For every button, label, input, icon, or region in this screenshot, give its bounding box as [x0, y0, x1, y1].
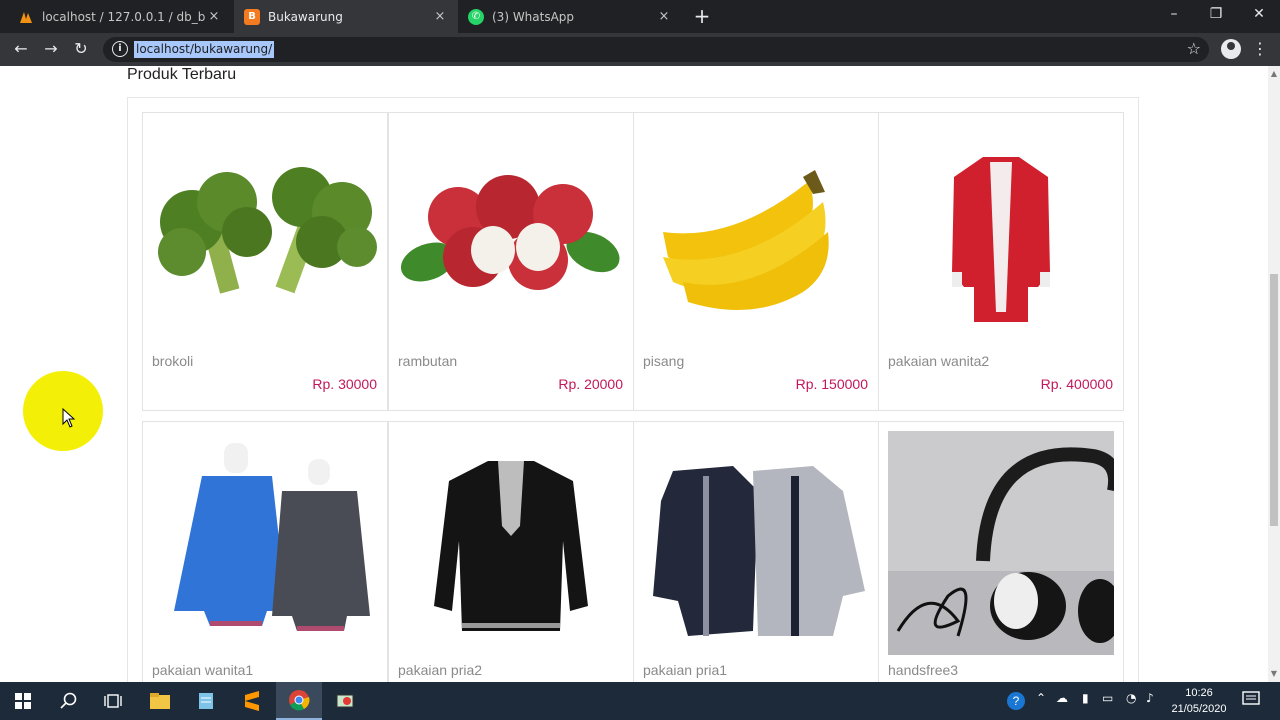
tab-strip: localhost / 127.0.0.1 / db_bukawa × B Bu…	[0, 0, 1280, 33]
tab-bukawarung[interactable]: B Bukawarung ×	[234, 0, 458, 33]
scrollbar-thumb[interactable]	[1270, 274, 1278, 526]
clock-date: 21/05/2020	[1171, 703, 1227, 715]
chrome-icon[interactable]	[276, 682, 322, 720]
notification-center-icon[interactable]	[1242, 690, 1260, 711]
battery-icon[interactable]: ▭	[1102, 691, 1113, 705]
address-bar[interactable]: i localhost/bukawarung/ ☆	[103, 37, 1209, 62]
mouse-cursor-icon	[62, 408, 76, 428]
blogger-icon: B	[244, 8, 260, 25]
svg-text:?: ?	[1013, 694, 1020, 708]
system-clock[interactable]: 10:26 21/05/2020	[1166, 685, 1232, 717]
profile-avatar-icon[interactable]	[1221, 39, 1241, 59]
close-window-button[interactable]: ✕	[1236, 0, 1280, 30]
product-card[interactable]: rambutan Rp. 20000	[388, 112, 634, 411]
product-price: Rp. 30000	[312, 376, 377, 392]
scroll-up-icon[interactable]: ▲	[1268, 68, 1280, 80]
notepad-icon[interactable]	[183, 682, 229, 720]
help-icon[interactable]: ?	[1006, 691, 1026, 714]
tab-title: Bukawarung	[268, 9, 343, 24]
product-image-blouses[interactable]	[152, 431, 378, 655]
page-scrollbar[interactable]: ▲ ▼	[1268, 66, 1280, 682]
task-view-icon[interactable]	[90, 682, 136, 720]
section-title: Produk Terbaru	[127, 66, 237, 83]
product-price: Rp. 150000	[795, 376, 868, 392]
app-window-icon[interactable]	[322, 682, 368, 720]
product-name[interactable]: rambutan	[398, 353, 457, 369]
back-button[interactable]: ←	[10, 38, 32, 60]
phpmyadmin-icon	[18, 9, 34, 25]
bookmark-star-icon[interactable]: ☆	[1187, 39, 1201, 58]
product-name[interactable]: pisang	[643, 353, 684, 369]
product-name[interactable]: pakaian wanita2	[888, 353, 989, 369]
page-viewport: Produk Terbaru brokoli Rp. 30000 rambuta…	[0, 66, 1268, 682]
windows-start-icon[interactable]	[0, 682, 46, 720]
sublime-text-icon[interactable]	[229, 682, 275, 720]
product-card[interactable]: brokoli Rp. 30000	[142, 112, 388, 411]
product-image-banana[interactable]	[643, 122, 869, 346]
close-icon[interactable]: ×	[206, 9, 222, 24]
product-image-headphones[interactable]	[888, 431, 1114, 655]
wifi-icon[interactable]: ◔	[1126, 691, 1136, 705]
browser-menu-icon[interactable]: ⋮	[1252, 38, 1268, 60]
close-icon[interactable]: ×	[656, 9, 672, 24]
product-card[interactable]: pakaian wanita2 Rp. 400000	[878, 112, 1124, 411]
product-card[interactable]: pisang Rp. 150000	[633, 112, 879, 411]
product-name[interactable]: pakaian wanita1	[152, 662, 253, 678]
windows-taskbar: ? ⌃ ☁ ▮ ▭ ◔ ♪ 10:26 21/05/2020	[0, 682, 1280, 720]
forward-button[interactable]: →	[40, 38, 62, 60]
new-tab-button[interactable]: +	[690, 4, 714, 28]
onedrive-icon[interactable]: ☁	[1056, 691, 1068, 705]
product-image-broccoli[interactable]	[152, 122, 378, 346]
clock-time: 10:26	[1185, 687, 1213, 699]
chevron-up-icon[interactable]: ⌃	[1036, 691, 1046, 705]
product-image-black-shirt[interactable]	[398, 431, 624, 655]
product-name[interactable]: handsfree3	[888, 662, 958, 678]
product-card[interactable]: handsfree3	[878, 421, 1124, 682]
product-price: Rp. 400000	[1040, 376, 1113, 392]
scroll-down-icon[interactable]: ▼	[1268, 668, 1280, 680]
file-explorer-icon[interactable]	[137, 682, 183, 720]
url-text[interactable]: localhost/bukawarung/	[134, 41, 275, 58]
usb-icon[interactable]: ▮	[1082, 691, 1089, 705]
tab-title: localhost / 127.0.0.1 / db_bukawa	[42, 9, 206, 24]
close-icon[interactable]: ×	[432, 9, 448, 24]
whatsapp-icon: ✆	[468, 8, 484, 25]
product-name[interactable]: brokoli	[152, 353, 193, 369]
tab-whatsapp[interactable]: ✆ (3) WhatsApp ×	[458, 0, 682, 33]
product-image-two-shirts[interactable]	[643, 431, 869, 655]
product-name[interactable]: pakaian pria2	[398, 662, 482, 678]
volume-icon[interactable]: ♪	[1146, 691, 1154, 705]
product-image-red-blazer[interactable]	[888, 122, 1114, 346]
reload-button[interactable]: ↻	[70, 38, 92, 60]
product-price: Rp. 20000	[558, 376, 623, 392]
product-image-rambutan[interactable]	[398, 122, 624, 346]
tab-phpmyadmin[interactable]: localhost / 127.0.0.1 / db_bukawa ×	[8, 0, 232, 33]
product-card[interactable]: pakaian pria1	[633, 421, 879, 682]
product-card[interactable]: pakaian wanita1	[142, 421, 388, 682]
product-card[interactable]: pakaian pria2	[388, 421, 634, 682]
tab-title: (3) WhatsApp	[492, 9, 575, 24]
maximize-button[interactable]: ❐	[1193, 0, 1239, 30]
product-name[interactable]: pakaian pria1	[643, 662, 727, 678]
search-icon[interactable]	[46, 682, 92, 720]
minimize-button[interactable]: –	[1151, 0, 1197, 30]
info-icon[interactable]: i	[112, 41, 128, 57]
